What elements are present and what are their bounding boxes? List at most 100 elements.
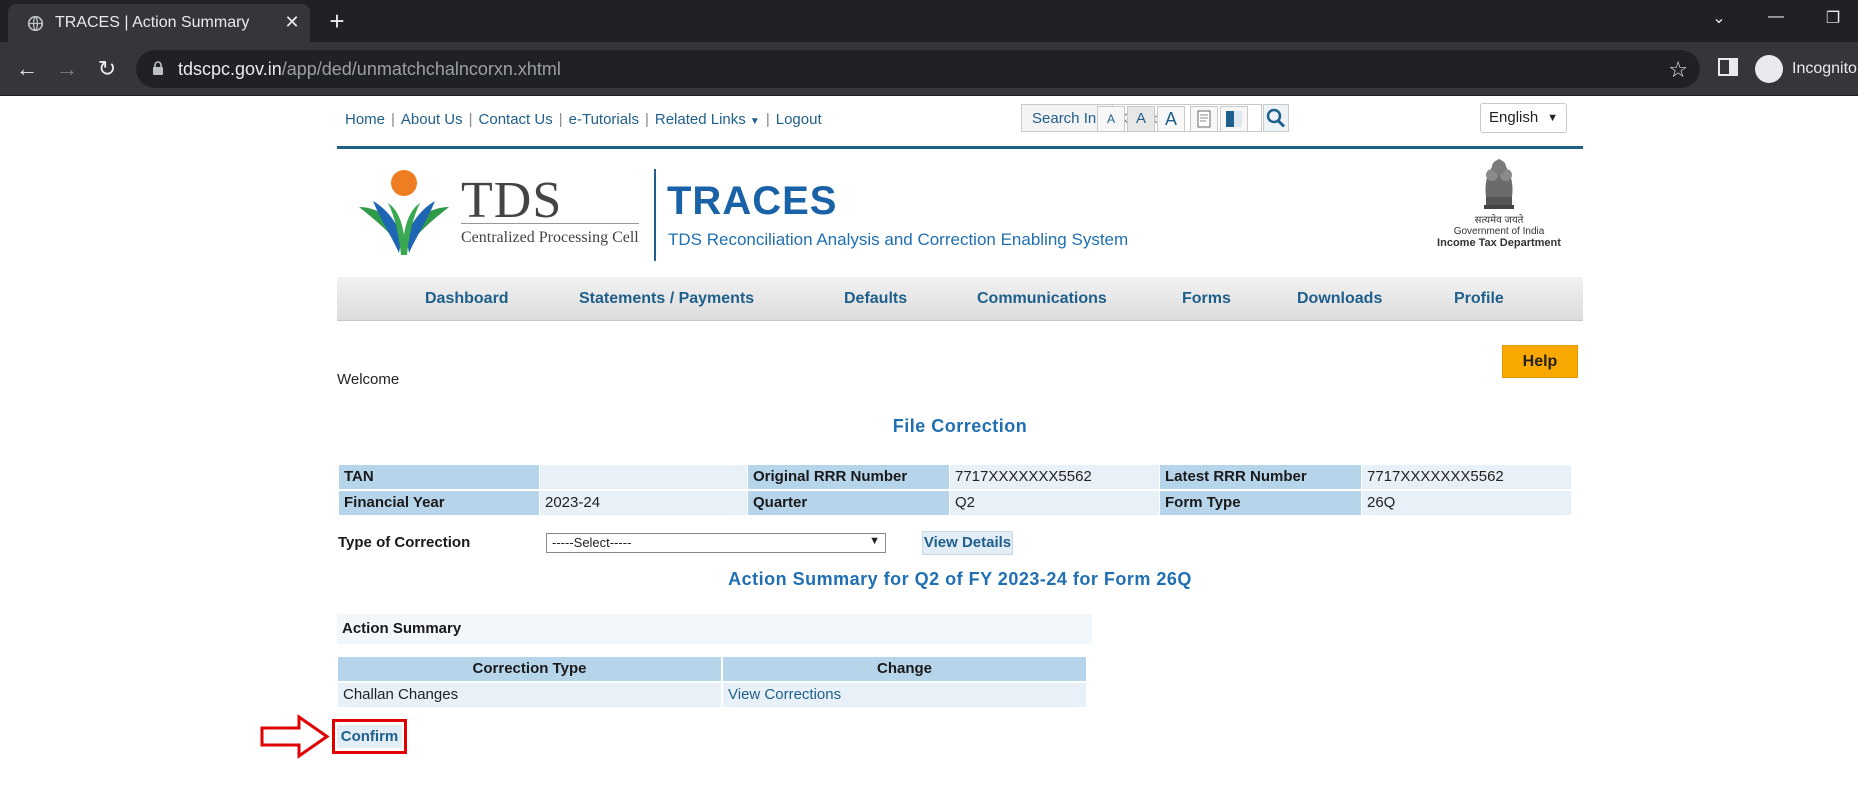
contrast-button[interactable] xyxy=(1220,106,1248,132)
incognito-icon[interactable] xyxy=(1755,55,1783,83)
arrow-right-icon xyxy=(260,714,330,759)
font-medium-button[interactable]: A xyxy=(1127,106,1155,132)
caret-down-icon: ▼ xyxy=(749,116,760,127)
cpc-text: Centralized Processing Cell xyxy=(461,229,639,246)
financial-year-label: Financial Year xyxy=(339,491,539,515)
original-rrr-label: Original RRR Number xyxy=(748,465,949,489)
branding-divider xyxy=(654,169,656,261)
close-tab-icon[interactable]: ✕ xyxy=(282,12,302,32)
tds-wordmark: TDS xyxy=(461,172,563,229)
search-in-label: Search In xyxy=(1032,110,1097,127)
confirm-button[interactable]: Confirm xyxy=(337,725,402,748)
language-value: English xyxy=(1489,109,1539,126)
logout-link[interactable]: Logout xyxy=(776,111,822,128)
form-type-label: Form Type xyxy=(1160,491,1361,515)
quarter-value: Q2 xyxy=(950,491,1159,515)
main-menu: Dashboard Statements / Payments Defaults… xyxy=(337,277,1583,321)
traces-subtitle: TDS Reconciliation Analysis and Correcti… xyxy=(668,230,1129,249)
emblem-line-gov: Government of India xyxy=(1453,226,1545,237)
url-host: tdscpc.gov.in xyxy=(178,59,282,79)
e-tutorials-link[interactable]: e-Tutorials xyxy=(569,111,639,128)
column-header-correction-type: Correction Type xyxy=(338,657,721,681)
url-text: tdscpc.gov.in/app/ded/unmatchchalncorxn.… xyxy=(178,59,561,80)
restore-icon[interactable]: ❐ xyxy=(1822,8,1844,28)
reload-icon[interactable]: ↻ xyxy=(94,56,120,82)
separator: | xyxy=(558,111,563,128)
lock-icon xyxy=(153,61,163,75)
confirm-highlight: Confirm xyxy=(332,719,407,754)
forward-icon[interactable]: → xyxy=(54,56,80,82)
type-of-correction-value: -----Select----- xyxy=(552,535,632,550)
tds-logo-icon xyxy=(359,170,449,255)
tan-label: TAN xyxy=(339,465,539,489)
separator: | xyxy=(765,111,770,128)
chevron-down-icon: ▼ xyxy=(869,535,880,547)
emblem-line-dept: Income Tax Department xyxy=(1437,237,1561,249)
search-button[interactable] xyxy=(1263,104,1289,132)
related-links-label: Related Links xyxy=(654,111,746,128)
column-header-change: Change xyxy=(723,657,1086,681)
menu-communications[interactable]: Communications xyxy=(977,290,1107,308)
browser-toolbar: ← → ↻ tdscpc.gov.in/app/ded/unmatchchaln… xyxy=(0,42,1858,96)
type-of-correction-label: Type of Correction xyxy=(338,534,471,551)
address-bar[interactable]: tdscpc.gov.in/app/ded/unmatchchalncorxn.… xyxy=(136,50,1700,88)
menu-defaults[interactable]: Defaults xyxy=(844,290,907,308)
contact-us-link[interactable]: Contact Us xyxy=(479,111,553,128)
minimize-icon[interactable]: — xyxy=(1765,8,1787,26)
contrast-icon xyxy=(1226,111,1242,127)
menu-downloads[interactable]: Downloads xyxy=(1297,290,1382,308)
tab-title: TRACES | Action Summary xyxy=(55,14,250,31)
bookmark-star-icon[interactable]: ☆ xyxy=(1668,57,1688,83)
top-links: Home | About Us | Contact Us | e-Tutorials | Rel… xyxy=(345,111,822,128)
original-rrr-value: 7717XXXXXXX5562 xyxy=(950,465,1159,489)
print-button[interactable] xyxy=(1190,106,1218,132)
change-cell: View Corrections xyxy=(723,683,1086,707)
side-panel-icon[interactable] xyxy=(1718,58,1738,76)
search-icon xyxy=(1266,108,1286,128)
action-summary-title: Action Summary for Q2 of FY 2023-24 for … xyxy=(728,569,1192,589)
font-small-button[interactable]: A xyxy=(1097,106,1125,132)
home-link[interactable]: Home xyxy=(345,111,385,128)
about-us-link[interactable]: About Us xyxy=(401,111,463,128)
web-page: Home | About Us | Contact Us | e-Tutorials | Rel… xyxy=(0,97,1858,809)
national-emblem-icon xyxy=(1484,159,1514,209)
help-button[interactable]: Help xyxy=(1502,345,1578,378)
tds-underline xyxy=(461,223,639,224)
separator: | xyxy=(644,111,649,128)
correction-type-cell: Challan Changes xyxy=(338,683,721,707)
financial-year-value: 2023-24 xyxy=(540,491,747,515)
tan-value xyxy=(540,465,747,489)
incognito-label: Incognito xyxy=(1792,60,1857,77)
related-links-link[interactable]: Related Links ▼ xyxy=(655,111,760,128)
separator: | xyxy=(391,111,395,128)
back-icon[interactable]: ← xyxy=(14,56,40,82)
traces-title: TRACES xyxy=(667,179,838,223)
separator: | xyxy=(468,111,473,128)
form-type-value: 26Q xyxy=(1362,491,1571,515)
new-tab-icon[interactable]: + xyxy=(324,8,350,34)
menu-forms[interactable]: Forms xyxy=(1182,290,1231,308)
view-corrections-link[interactable]: View Corrections xyxy=(728,686,841,703)
url-path: /app/ded/unmatchchalncorxn.xhtml xyxy=(281,59,561,79)
browser-tab-bar: TRACES | Action Summary ✕ + ⌄ — ❐ xyxy=(0,0,1858,42)
type-of-correction-select[interactable]: -----Select----- ▼ xyxy=(546,533,886,553)
language-select[interactable]: English ▼ xyxy=(1480,103,1567,133)
welcome-text: Welcome xyxy=(337,371,400,388)
tab-search-icon[interactable]: ⌄ xyxy=(1708,8,1730,28)
font-large-button[interactable]: A xyxy=(1157,106,1185,132)
header-divider xyxy=(337,146,1583,149)
browser-tab[interactable]: TRACES | Action Summary ✕ xyxy=(8,4,310,42)
quarter-label: Quarter xyxy=(748,491,949,515)
globe-icon xyxy=(27,15,44,32)
view-details-button[interactable]: View Details xyxy=(922,531,1013,555)
government-emblem: सत्यमेव जयते Government of India Income … xyxy=(1435,153,1563,271)
emblem-motto: सत्यमेव जयते xyxy=(1474,215,1524,226)
menu-dashboard[interactable]: Dashboard xyxy=(425,290,509,308)
chevron-down-icon: ▼ xyxy=(1547,112,1558,124)
latest-rrr-label: Latest RRR Number xyxy=(1160,465,1361,489)
file-correction-title: File Correction xyxy=(892,416,1028,436)
latest-rrr-value: 7717XXXXXXX5562 xyxy=(1362,465,1571,489)
menu-statements-payments[interactable]: Statements / Payments xyxy=(579,290,754,308)
menu-profile[interactable]: Profile xyxy=(1454,290,1504,308)
action-summary-header: Action Summary xyxy=(337,614,1092,644)
